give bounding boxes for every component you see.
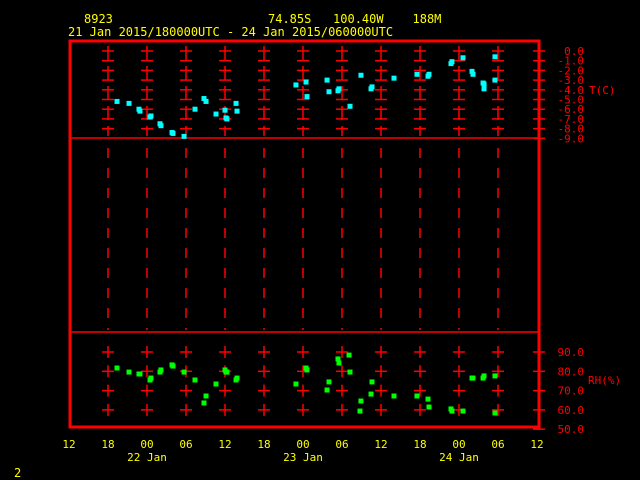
- x-hour-label: 12: [218, 438, 231, 451]
- humidity-point: [213, 381, 219, 387]
- temperature-point: [234, 108, 240, 114]
- temperature-point: [233, 100, 239, 106]
- humidity-point: [492, 373, 498, 379]
- t-axis-title: T(C): [589, 84, 616, 97]
- humidity-point: [158, 367, 164, 373]
- x-hour-label: 12: [374, 438, 387, 451]
- humidity-point: [481, 373, 487, 379]
- temperature-point: [481, 86, 487, 92]
- humidity-point: [324, 387, 330, 393]
- humidity-point: [336, 360, 342, 366]
- temperature-point: [414, 71, 420, 77]
- humidity-point: [449, 408, 455, 414]
- temperature-point: [114, 98, 120, 104]
- x-hour-label: 18: [101, 438, 114, 451]
- temperature-point: [336, 86, 342, 92]
- x-hour-label: 06: [335, 438, 348, 451]
- x-hour-label: 00: [452, 438, 465, 451]
- x-hour-label: 06: [179, 438, 192, 451]
- humidity-point: [391, 393, 397, 399]
- humidity-point: [192, 377, 198, 383]
- temperature-point: [369, 84, 375, 90]
- humidity-point: [170, 363, 176, 369]
- temperature-point: [492, 54, 498, 60]
- humidity-point: [358, 398, 364, 404]
- x-hour-label: 06: [491, 438, 504, 451]
- rh-axis-label: 50.0: [558, 423, 585, 436]
- temperature-point: [326, 89, 332, 95]
- humidity-point: [326, 379, 332, 385]
- humidity-point: [460, 408, 466, 414]
- temperature-point: [304, 94, 310, 100]
- temperature-point: [460, 55, 466, 61]
- temperature-point: [426, 71, 432, 77]
- temperature-point: [192, 106, 198, 112]
- humidity-point: [234, 375, 240, 381]
- humidity-point: [148, 375, 154, 381]
- temperature-point: [449, 59, 455, 65]
- humidity-point: [346, 352, 352, 358]
- humidity-point: [293, 381, 299, 387]
- humidity-point: [126, 369, 132, 375]
- x-hour-label: 18: [413, 438, 426, 451]
- rh-axis-label: 60.0: [558, 404, 585, 417]
- humidity-point: [137, 371, 143, 377]
- humidity-point: [114, 365, 120, 371]
- humidity-point: [224, 369, 230, 375]
- humidity-point: [470, 375, 476, 381]
- temperature-point: [170, 130, 176, 136]
- temperature-point: [213, 111, 219, 117]
- x-date-label: 23 Jan: [283, 451, 323, 464]
- temperature-point: [481, 81, 487, 87]
- x-date-label: 22 Jan: [127, 451, 167, 464]
- humidity-point: [181, 369, 187, 375]
- humidity-point: [201, 400, 207, 406]
- x-hour-label: 12: [530, 438, 543, 451]
- humidity-point: [368, 391, 374, 397]
- x-hour-label: 12: [62, 438, 75, 451]
- rh-axis-title: RH(%): [588, 374, 621, 387]
- meteogram: 0.0-1.0-2.0-3.0-4.0-5.0-6.0-7.0-8.0-9.0T…: [62, 39, 621, 464]
- humidity-point: [492, 410, 498, 416]
- humidity-point: [203, 393, 209, 399]
- temperature-point: [126, 100, 132, 106]
- temperature-point: [347, 103, 353, 109]
- temperature-point: [492, 77, 498, 83]
- x-hour-label: 00: [140, 438, 153, 451]
- x-hour-label: 18: [257, 438, 270, 451]
- temperature-point: [293, 82, 299, 88]
- temperature-point: [224, 116, 230, 122]
- humidity-point: [426, 404, 432, 410]
- humidity-point: [347, 369, 353, 375]
- temperature-point: [203, 98, 209, 104]
- humidity-point: [357, 408, 363, 414]
- temperature-point: [358, 72, 364, 78]
- humidity-point: [414, 393, 420, 399]
- temperature-point: [222, 107, 228, 113]
- x-hour-label: 00: [296, 438, 309, 451]
- temperature-point: [324, 77, 330, 83]
- rh-axis-label: 70.0: [558, 385, 585, 398]
- temperature-point: [137, 108, 143, 114]
- rh-axis-label: 90.0: [558, 346, 585, 359]
- humidity-point: [304, 367, 310, 373]
- t-axis-label: -9.0: [558, 132, 585, 145]
- humidity-point: [369, 379, 375, 385]
- x-date-label: 24 Jan: [439, 451, 479, 464]
- temperature-point: [158, 123, 164, 129]
- temperature-point: [391, 75, 397, 81]
- temperature-point: [470, 71, 476, 77]
- temperature-point: [148, 113, 154, 119]
- temperature-point: [181, 133, 187, 139]
- humidity-point: [425, 396, 431, 402]
- rh-axis-label: 80.0: [558, 365, 585, 378]
- temperature-point: [303, 79, 309, 85]
